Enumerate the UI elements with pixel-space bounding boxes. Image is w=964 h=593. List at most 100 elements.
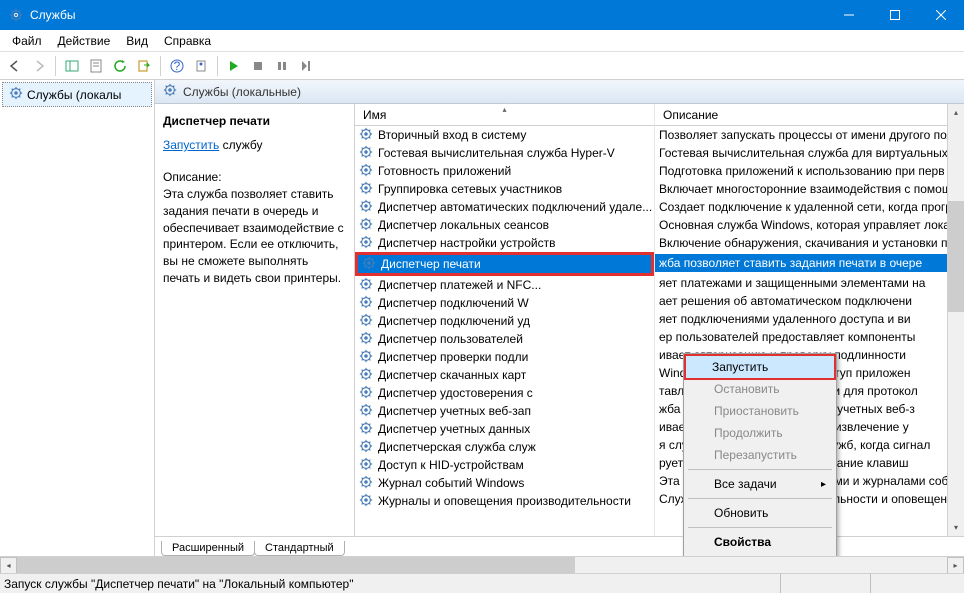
refresh-button[interactable] — [109, 55, 131, 77]
forward-button[interactable] — [28, 55, 50, 77]
gear-icon — [163, 83, 177, 100]
list-pane: Имя ▴ Вторичный вход в системуГостевая в… — [355, 104, 964, 536]
pane-header-label: Службы (локальные) — [183, 85, 301, 99]
service-row[interactable]: Диспетчер подключений W — [355, 294, 654, 312]
horizontal-scrollbar[interactable]: ◂ ▸ — [0, 556, 964, 573]
scroll-down-icon[interactable]: ▾ — [948, 519, 964, 536]
service-row[interactable]: Диспетчер удостоверения с — [355, 384, 654, 402]
tips-button[interactable] — [190, 55, 212, 77]
service-description: яет платежами и защищенными элементами н… — [659, 276, 925, 290]
service-row[interactable]: Журналы и оповещения производительности — [355, 492, 654, 510]
tab-standard[interactable]: Стандартный — [254, 541, 345, 556]
pause-service-button[interactable] — [271, 55, 293, 77]
gear-icon — [359, 217, 375, 233]
scroll-up-icon[interactable]: ▴ — [948, 104, 964, 121]
gear-icon — [359, 493, 375, 509]
context-separator — [688, 527, 832, 528]
service-row[interactable]: Вторичный вход в систему — [355, 126, 654, 144]
service-row[interactable]: Диспетчер пользователей — [355, 330, 654, 348]
service-row[interactable]: Диспетчерская служба служ — [355, 438, 654, 456]
service-desc-row[interactable]: Включение обнаружения, скачивания и уста… — [655, 234, 947, 252]
minimize-button[interactable] — [826, 0, 872, 30]
menu-view[interactable]: Вид — [118, 32, 156, 50]
stop-service-button[interactable] — [247, 55, 269, 77]
export-button[interactable] — [133, 55, 155, 77]
service-desc-row[interactable]: Позволяет запускать процессы от имени др… — [655, 126, 947, 144]
scroll-right-icon[interactable]: ▸ — [947, 557, 964, 574]
context-all-tasks[interactable]: Все задачи ▸ — [686, 473, 834, 495]
start-service-link[interactable]: Запустить — [163, 138, 219, 152]
service-desc-row[interactable]: ает решения об автоматическом подключени — [655, 292, 947, 310]
tree-root-label: Службы (локалы — [27, 88, 121, 102]
service-desc-row[interactable]: Создает подключение к удаленной сети, ко… — [655, 198, 947, 216]
service-row[interactable]: Диспетчер локальных сеансов — [355, 216, 654, 234]
service-description: Подготовка приложений к использованию пр… — [659, 164, 945, 178]
context-start[interactable]: Запустить — [684, 354, 836, 380]
scroll-thumb[interactable] — [17, 557, 575, 573]
menubar: Файл Действие Вид Справка — [0, 30, 964, 52]
service-desc-row[interactable]: жба позволяет ставить задания печати в о… — [655, 254, 947, 272]
service-desc-row[interactable]: Включает многосторонние взаимодействия с… — [655, 180, 947, 198]
service-row[interactable]: Диспетчер платежей и NFC... — [355, 276, 654, 294]
service-row[interactable]: Диспетчер учетных веб-зап — [355, 402, 654, 420]
service-name: Диспетчер проверки подли — [378, 350, 528, 364]
service-description: Основная служба Windows, которая управля… — [659, 218, 947, 232]
gear-icon — [359, 421, 375, 437]
service-row[interactable]: Группировка сетевых участников — [355, 180, 654, 198]
window-title: Службы — [30, 8, 826, 22]
scroll-track[interactable] — [948, 121, 964, 519]
service-row[interactable]: Гостевая вычислительная служба Hyper-V — [355, 144, 654, 162]
maximize-button[interactable] — [872, 0, 918, 30]
service-row[interactable]: Диспетчер печати — [358, 255, 651, 273]
context-refresh[interactable]: Обновить — [686, 502, 834, 524]
service-row[interactable]: Готовность приложений — [355, 162, 654, 180]
service-row[interactable]: Диспетчер проверки подли — [355, 348, 654, 366]
back-button[interactable] — [4, 55, 26, 77]
service-row[interactable]: Доступ к HID-устройствам — [355, 456, 654, 474]
gear-icon — [359, 457, 375, 473]
scroll-track[interactable] — [17, 557, 947, 573]
name-column-header[interactable]: Имя ▴ — [355, 104, 654, 126]
scroll-left-icon[interactable]: ◂ — [0, 557, 17, 574]
properties-button[interactable] — [85, 55, 107, 77]
service-row[interactable]: Журнал событий Windows — [355, 474, 654, 492]
context-all-tasks-label: Все задачи — [714, 477, 777, 491]
service-desc-row[interactable]: яет платежами и защищенными элементами н… — [655, 274, 947, 292]
service-row[interactable]: Диспетчер настройки устройств — [355, 234, 654, 252]
tab-extended[interactable]: Расширенный — [161, 541, 255, 556]
titlebar: Службы — [0, 0, 964, 30]
start-service-button[interactable] — [223, 55, 245, 77]
service-desc-row[interactable]: Подготовка приложений к использованию пр… — [655, 162, 947, 180]
menu-action[interactable]: Действие — [50, 32, 119, 50]
sort-ascending-icon: ▴ — [502, 105, 506, 114]
context-separator — [688, 469, 832, 470]
context-properties[interactable]: Свойства — [686, 531, 834, 553]
service-desc-row[interactable]: Гостевая вычислительная служба для вирту… — [655, 144, 947, 162]
tree-root-services[interactable]: Службы (локалы — [2, 82, 152, 107]
scroll-thumb[interactable] — [948, 201, 964, 312]
pane-header: Службы (локальные) — [155, 80, 964, 104]
restart-service-button[interactable] — [295, 55, 317, 77]
show-hide-button[interactable] — [61, 55, 83, 77]
description-label: Описание: — [163, 170, 346, 184]
service-description: Включает многосторонние взаимодействия с… — [659, 182, 947, 196]
service-row[interactable]: Диспетчер подключений уд — [355, 312, 654, 330]
context-pause: Приостановить — [686, 400, 834, 422]
service-name: Диспетчер учетных данных — [378, 422, 530, 436]
service-row[interactable]: Диспетчер автоматических подключений уда… — [355, 198, 654, 216]
close-button[interactable] — [918, 0, 964, 30]
description-column-header[interactable]: Описание — [655, 104, 947, 126]
menu-file[interactable]: Файл — [4, 32, 50, 50]
service-name: Диспетчерская служба служ — [378, 440, 536, 454]
vertical-scrollbar[interactable]: ▴ ▾ — [947, 104, 964, 536]
menu-help[interactable]: Справка — [156, 32, 219, 50]
service-description: яет подключениями удаленного доступа и в… — [659, 312, 911, 326]
service-name: Диспетчер настройки устройств — [378, 236, 555, 250]
service-row[interactable]: Диспетчер скачанных карт — [355, 366, 654, 384]
service-desc-row[interactable]: ер пользователей предоставляет компонент… — [655, 328, 947, 346]
service-desc-row[interactable]: Основная служба Windows, которая управля… — [655, 216, 947, 234]
help-button[interactable]: ? — [166, 55, 188, 77]
gear-icon — [359, 127, 375, 143]
service-row[interactable]: Диспетчер учетных данных — [355, 420, 654, 438]
service-desc-row[interactable]: яет подключениями удаленного доступа и в… — [655, 310, 947, 328]
